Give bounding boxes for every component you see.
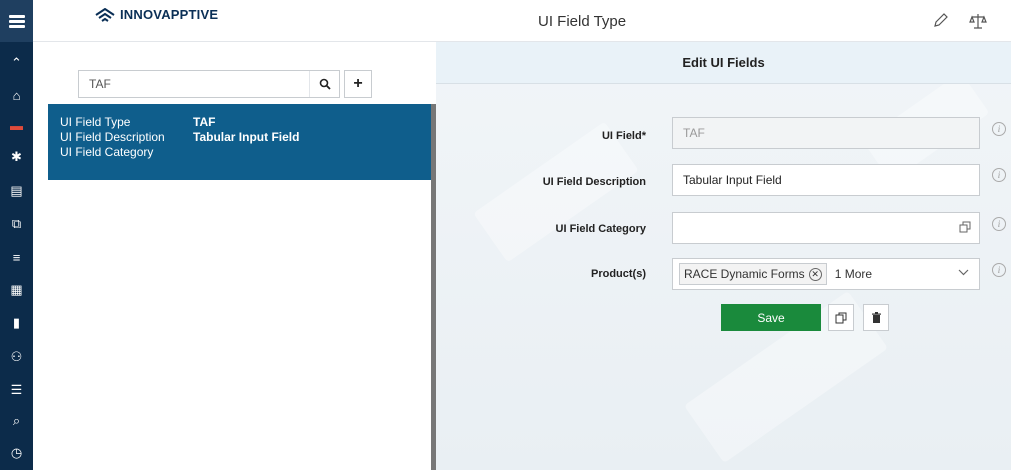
network-icon[interactable]: ⚇ <box>0 344 33 370</box>
copy-icon[interactable]: ⧉ <box>0 211 33 237</box>
products-label: Product(s) <box>591 268 646 280</box>
filter-icon[interactable]: ≡ <box>0 244 33 270</box>
ui-field-description-label: UI Field Description <box>542 176 646 188</box>
top-header: INNOVAPPTIVE UI Field Type <box>33 0 1011 42</box>
result-row-type: UI Field Type TAF <box>60 114 216 129</box>
ui-field-label: UI Field* <box>601 130 646 142</box>
result-list-item[interactable]: UI Field Type TAF UI Field Description T… <box>48 104 431 180</box>
file-icon[interactable]: ▮ <box>0 310 33 336</box>
info-icon[interactable]: i <box>992 168 1006 182</box>
ui-field-category-label: UI Field Category <box>555 223 646 235</box>
product-chip-label: RACE Dynamic Forms <box>684 267 805 281</box>
background-decoration <box>473 121 639 263</box>
result-row-description: UI Field Description Tabular Input Field <box>60 129 300 144</box>
brand-logo: INNOVAPPTIVE <box>95 7 218 22</box>
add-button[interactable]: + <box>344 70 372 98</box>
result-row-category: UI Field Category <box>60 144 154 159</box>
delete-button[interactable] <box>863 304 889 331</box>
products-multiselect[interactable]: RACE Dynamic Forms ✕ 1 More <box>672 258 980 290</box>
server-icon[interactable]: ▬ <box>0 112 33 138</box>
scale-icon[interactable] <box>969 12 987 35</box>
product-chip: RACE Dynamic Forms ✕ <box>679 263 827 285</box>
menu-icon[interactable] <box>0 0 33 42</box>
edit-panel: Edit UI Fields UI Field* TAF i UI Field … <box>436 42 1011 470</box>
lookup-icon[interactable] <box>959 221 971 233</box>
collapse-up-icon[interactable]: ⌃ <box>0 50 33 76</box>
list-icon[interactable]: ☰ <box>0 377 33 403</box>
ui-field-input: TAF <box>672 117 980 149</box>
pencil-icon[interactable] <box>933 12 949 33</box>
duplicate-icon <box>835 312 847 323</box>
search-input[interactable] <box>79 71 304 97</box>
logo-icon <box>95 7 115 22</box>
chevron-down-icon[interactable] <box>958 267 969 279</box>
edit-panel-title: Edit UI Fields <box>436 42 1011 84</box>
paperclip-icon[interactable]: ⌕ <box>0 408 33 434</box>
chip-remove-icon[interactable]: ✕ <box>808 267 822 281</box>
ui-field-category-input[interactable] <box>672 212 980 244</box>
info-icon[interactable]: i <box>992 217 1006 231</box>
page-title: UI Field Type <box>538 13 627 30</box>
search-box <box>78 70 340 98</box>
document-add-icon[interactable]: ▤ <box>0 178 33 204</box>
search-panel: + UI Field Type TAF UI Field Description… <box>33 42 431 470</box>
info-icon[interactable]: i <box>992 122 1006 136</box>
clock-icon[interactable]: ◷ <box>0 440 33 466</box>
search-icon <box>319 78 331 90</box>
search-button[interactable] <box>309 71 339 97</box>
info-icon[interactable]: i <box>992 263 1006 277</box>
save-button[interactable]: Save <box>721 304 821 331</box>
table-icon[interactable]: ▦ <box>0 277 33 303</box>
duplicate-button[interactable] <box>828 304 854 331</box>
ui-field-description-input[interactable]: Tabular Input Field <box>672 164 980 196</box>
trash-icon <box>871 311 881 323</box>
home-icon[interactable]: ⌂ <box>0 82 33 108</box>
plus-icon: + <box>353 75 363 92</box>
left-nav-rail: ⌃ ⌂ ▬ ✱ ▤ ⧉ ≡ ▦ ▮ ⚇ ☰ ⌕ ◷ <box>0 0 33 470</box>
puzzle-icon[interactable]: ✱ <box>0 144 33 170</box>
products-more-link[interactable]: 1 More <box>835 267 872 281</box>
logo-text: INNOVAPPTIVE <box>120 7 219 22</box>
